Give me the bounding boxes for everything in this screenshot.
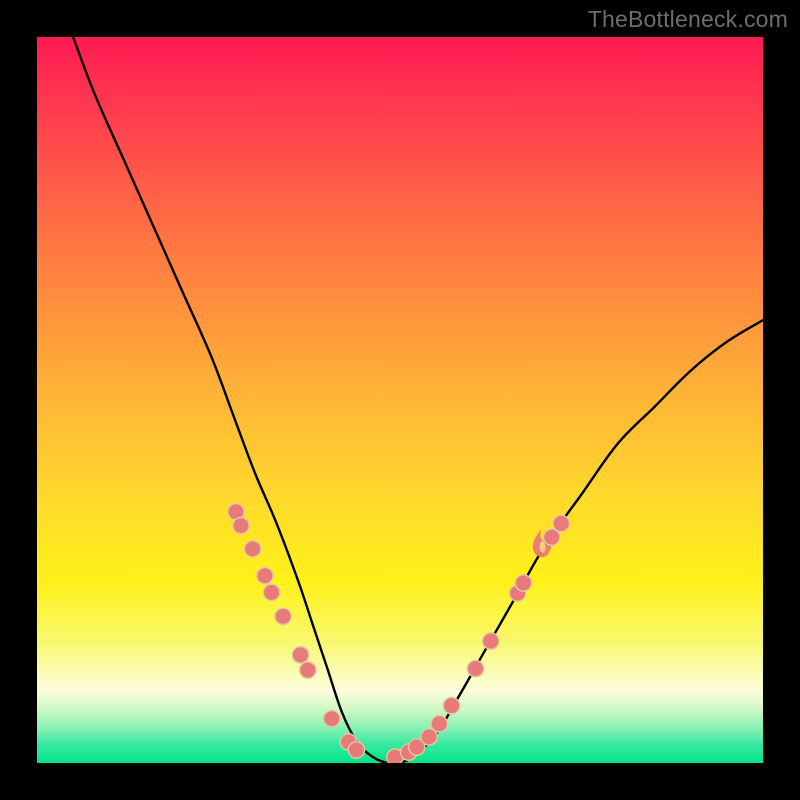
plot-area: [37, 37, 763, 763]
data-dots: [228, 504, 570, 763]
chart-frame: TheBottleneck.com: [0, 0, 800, 800]
bottleneck-curve: [73, 38, 763, 764]
watermark-text: TheBottleneck.com: [588, 6, 788, 33]
plot-svg: [37, 37, 763, 763]
